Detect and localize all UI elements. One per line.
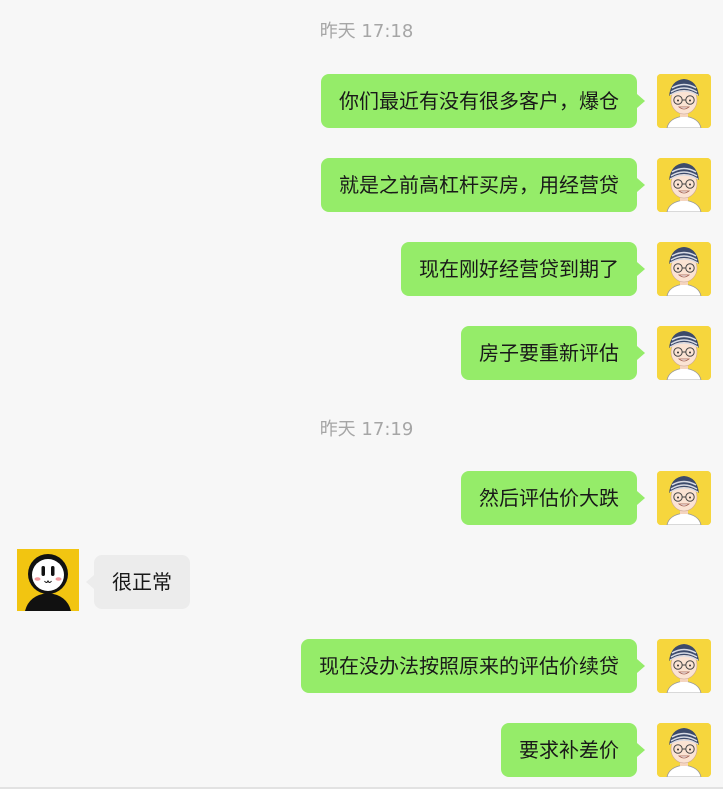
cartoon-man-with-glasses-avatar-icon (657, 639, 711, 693)
cartoon-man-with-glasses-avatar-icon (657, 242, 711, 296)
my-avatar[interactable] (657, 723, 711, 777)
message-row: 要求补差价 (0, 723, 723, 779)
cartoon-black-figure-avatar-icon (17, 549, 79, 611)
my-avatar[interactable] (657, 639, 711, 693)
cartoon-man-with-glasses-avatar-icon (657, 158, 711, 212)
my-avatar[interactable] (657, 242, 711, 296)
outgoing-message-bubble[interactable]: 现在刚好经营贷到期了 (401, 242, 645, 296)
my-avatar[interactable] (657, 326, 711, 380)
my-avatar[interactable] (657, 471, 711, 525)
message-row: 现在没办法按照原来的评估价续贷 (0, 639, 723, 695)
timestamp: 昨天 17:19 (319, 419, 414, 440)
outgoing-message-bubble[interactable]: 就是之前高杠杆买房，用经营贷 (321, 158, 645, 212)
my-avatar[interactable] (657, 74, 711, 128)
cartoon-man-with-glasses-avatar-icon (657, 471, 711, 525)
cartoon-man-with-glasses-avatar-icon (657, 74, 711, 128)
outgoing-message-bubble[interactable]: 然后评估价大跌 (461, 471, 645, 525)
outgoing-message-bubble[interactable]: 要求补差价 (501, 723, 645, 777)
my-avatar[interactable] (657, 158, 711, 212)
outgoing-message-bubble[interactable]: 房子要重新评估 (461, 326, 645, 380)
message-row: 很正常 (0, 549, 723, 611)
cartoon-man-with-glasses-avatar-icon (657, 326, 711, 380)
message-row: 现在刚好经营贷到期了 (0, 242, 723, 298)
timestamp: 昨天 17:18 (319, 21, 414, 42)
outgoing-message-bubble[interactable]: 现在没办法按照原来的评估价续贷 (301, 639, 645, 693)
message-row: 就是之前高杠杆买房，用经营贷 (0, 158, 723, 214)
incoming-message-bubble[interactable]: 很正常 (86, 555, 190, 609)
contact-avatar[interactable] (17, 549, 79, 611)
cartoon-man-with-glasses-avatar-icon (657, 723, 711, 777)
message-row: 房子要重新评估 (0, 326, 723, 382)
message-row: 然后评估价大跌 (0, 471, 723, 527)
outgoing-message-bubble[interactable]: 你们最近有没有很多客户，爆仓 (321, 74, 645, 128)
message-row: 你们最近有没有很多客户，爆仓 (0, 74, 723, 130)
